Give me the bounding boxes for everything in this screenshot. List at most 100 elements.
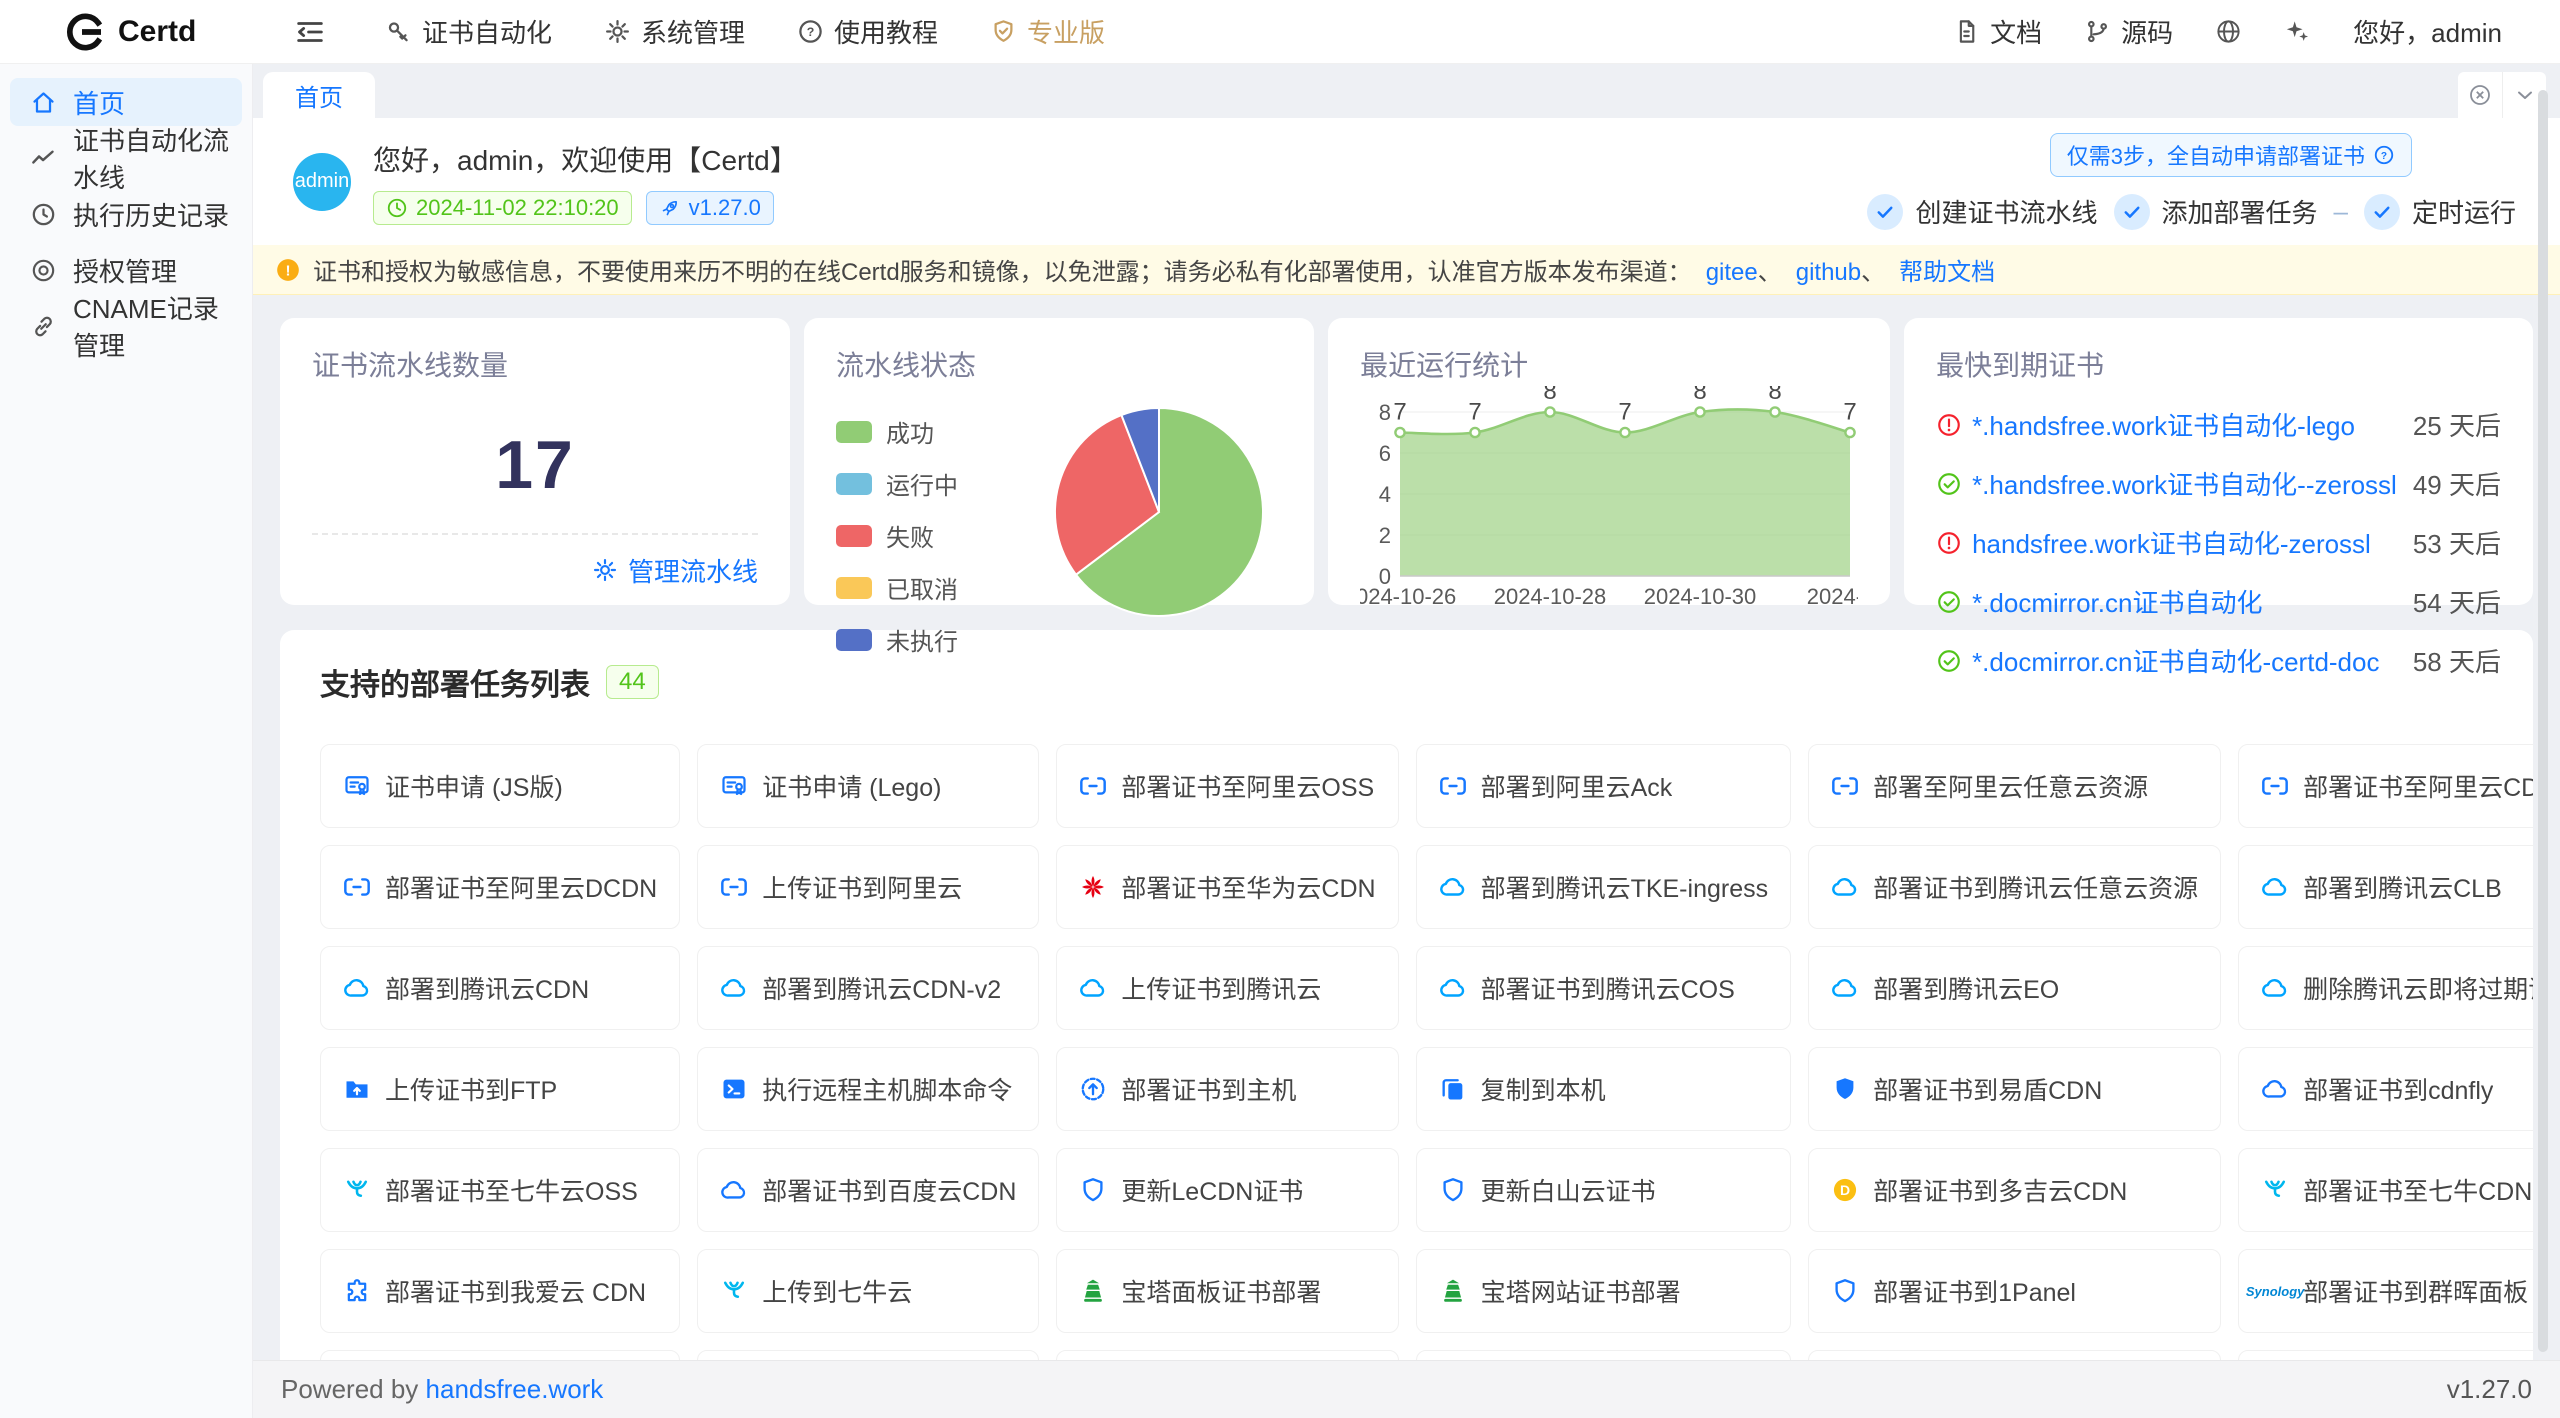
task-card-13[interactable]: 部署到腾讯云CDN-v2	[697, 946, 1039, 1030]
nav-language-button[interactable]	[2197, 0, 2260, 64]
task-card-18[interactable]: 上传证书到FTP	[320, 1047, 680, 1131]
manage-pipelines-link[interactable]: 管理流水线	[592, 552, 758, 589]
task-card-8[interactable]: 部署证书至华为云CDN	[1056, 845, 1398, 929]
sidebar-item-4[interactable]: CNAME记录管理	[10, 302, 242, 350]
task-card-12[interactable]: 部署到腾讯云CDN	[320, 946, 680, 1030]
nav-menu-item-2[interactable]: ?使用教程	[775, 0, 960, 64]
task-card-clipped[interactable]	[1416, 1350, 1792, 1360]
tab-home[interactable]: 首页	[263, 72, 375, 118]
legend-swatch	[836, 473, 872, 495]
pipeline-count-value: 17	[312, 426, 758, 504]
legend-item-2[interactable]: 失败	[836, 518, 1036, 553]
task-card-33[interactable]: 宝塔网站证书部署	[1416, 1249, 1792, 1333]
nav-user[interactable]: 您好，admin	[2335, 0, 2520, 64]
success-circle-icon	[1936, 589, 1962, 615]
sidebar-item-0[interactable]: 首页	[10, 78, 242, 126]
task-card-19[interactable]: 执行远程主机脚本命令	[697, 1047, 1039, 1131]
certd-logo-icon	[64, 12, 104, 52]
task-card-7[interactable]: 上传证书到阿里云	[697, 845, 1039, 929]
nav-menu-item-0[interactable]: 证书自动化	[363, 0, 574, 64]
task-card-2[interactable]: 部署证书至阿里云OSS	[1056, 744, 1398, 828]
legend-item-4[interactable]: 未执行	[836, 622, 1036, 657]
svg-text:?: ?	[2381, 151, 2387, 162]
expiry-row-3: *.docmirror.cn证书自动化54 天后	[1936, 583, 2501, 620]
svg-text:?: ?	[807, 25, 815, 39]
promo-badge[interactable]: 仅需3步，全自动申请部署证书 ?	[2050, 133, 2412, 177]
legend-item-0[interactable]: 成功	[836, 414, 1036, 449]
nav-menu-label: 专业版	[1027, 13, 1105, 50]
nav-appearance-button[interactable]	[2266, 0, 2329, 64]
svg-text:8: 8	[1543, 386, 1556, 405]
vertical-scrollbar[interactable]	[2538, 90, 2548, 1352]
sidebar-item-3[interactable]: 授权管理	[10, 246, 242, 294]
brand-name: Certd	[118, 15, 196, 49]
legend-label: 失败	[886, 518, 934, 553]
recent-runs-chart: 7787887024682024-10-262024-10-282024-10-…	[1360, 386, 1858, 612]
legend-item-3[interactable]: 已取消	[836, 570, 1036, 605]
sidebar-item-2[interactable]: 执行历史记录	[10, 190, 242, 238]
expiry-cert-link[interactable]: *.handsfree.work证书自动化--zerossl	[1972, 465, 2397, 502]
task-card-0[interactable]: 证书申请 (JS版)	[320, 744, 680, 828]
task-card-29[interactable]: 部署证书至七牛CDN	[2238, 1148, 2533, 1232]
task-card-clipped[interactable]	[1056, 1350, 1398, 1360]
task-card-clipped[interactable]	[697, 1350, 1039, 1360]
task-card-28[interactable]: D部署证书到多吉云CDN	[1808, 1148, 2221, 1232]
task-card-10[interactable]: 部署证书到腾讯云任意云资源	[1808, 845, 2221, 929]
task-card-20[interactable]: 部署证书到主机	[1056, 1047, 1398, 1131]
expiry-cert-link[interactable]: *.handsfree.work证书自动化-lego	[1972, 406, 2397, 443]
pipeline-status-card: 流水线状态 成功运行中失败已取消未执行	[804, 318, 1314, 605]
task-card-21[interactable]: 复制到本机	[1416, 1047, 1792, 1131]
menu-fold-icon[interactable]	[293, 15, 327, 49]
card-title: 证书流水线数量	[312, 344, 758, 384]
notice-link-github[interactable]: github	[1796, 259, 1861, 286]
task-card-9[interactable]: 部署到腾讯云TKE-ingress	[1416, 845, 1792, 929]
shield-outline-icon	[1831, 1277, 1859, 1305]
branch-icon	[2084, 18, 2111, 45]
expiry-cert-link[interactable]: handsfree.work证书自动化-zerossl	[1972, 524, 2397, 561]
aliyun-icon	[720, 873, 748, 901]
task-card-clipped[interactable]	[320, 1350, 680, 1360]
nav-menu-item-1[interactable]: 系统管理	[582, 0, 767, 64]
nav-docs[interactable]: 文档	[1935, 0, 2060, 64]
task-card-25[interactable]: 部署证书到百度云CDN	[697, 1148, 1039, 1232]
task-card-clipped[interactable]	[2238, 1350, 2533, 1360]
task-card-3[interactable]: 部署到阿里云Ack	[1416, 744, 1792, 828]
legend-swatch	[836, 525, 872, 547]
notice-link-帮助文档[interactable]: 帮助文档	[1899, 259, 1995, 286]
task-card-23[interactable]: 部署证书到cdnfly	[2238, 1047, 2533, 1131]
expiry-cert-link[interactable]: *.docmirror.cn证书自动化-certd-doc	[1972, 642, 2397, 679]
task-card-clipped[interactable]	[1808, 1350, 2221, 1360]
task-card-30[interactable]: 部署证书到我爱云 CDN	[320, 1249, 680, 1333]
task-card-4[interactable]: 部署至阿里云任意云资源	[1808, 744, 2221, 828]
task-card-11[interactable]: 部署到腾讯云CLB	[2238, 845, 2533, 929]
task-card-16[interactable]: 部署到腾讯云EO	[1808, 946, 2221, 1030]
legend-item-1[interactable]: 运行中	[836, 466, 1036, 501]
notice-link-gitee[interactable]: gitee	[1706, 259, 1758, 286]
task-card-14[interactable]: 上传证书到腾讯云	[1056, 946, 1398, 1030]
task-card-34[interactable]: 部署证书到1Panel	[1808, 1249, 2221, 1333]
handsfree-link[interactable]: handsfree.work	[426, 1374, 604, 1404]
footer-version: v1.27.0	[2447, 1374, 2532, 1405]
nav-source[interactable]: 源码	[2066, 0, 2191, 64]
task-card-22[interactable]: 部署证书到易盾CDN	[1808, 1047, 2221, 1131]
task-card-label: 证书申请 (JS版)	[385, 768, 563, 804]
task-card-27[interactable]: 更新白山云证书	[1416, 1148, 1792, 1232]
task-card-26[interactable]: 更新LeCDN证书	[1056, 1148, 1398, 1232]
nav-menu-item-3[interactable]: 专业版	[968, 0, 1127, 64]
task-card-label: 部署证书至阿里云DCDN	[385, 869, 657, 905]
task-card-label: 部署证书到易盾CDN	[1873, 1071, 2102, 1107]
task-card-15[interactable]: 部署证书到腾讯云COS	[1416, 946, 1792, 1030]
task-card-5[interactable]: 部署证书至阿里云CDN	[2238, 744, 2533, 828]
task-card-24[interactable]: 部署证书至七牛云OSS	[320, 1148, 680, 1232]
task-card-6[interactable]: 部署证书至阿里云DCDN	[320, 845, 680, 929]
expiry-cert-link[interactable]: *.docmirror.cn证书自动化	[1972, 583, 2397, 620]
close-circle-icon[interactable]	[2458, 72, 2502, 118]
task-card-1[interactable]: 证书申请 (Lego)	[697, 744, 1039, 828]
sidebar-item-1[interactable]: 证书自动化流水线	[10, 134, 242, 182]
task-card-label: 部署证书到群晖面板	[2303, 1273, 2528, 1309]
sidebar-item-label: CNAME记录管理	[73, 289, 242, 363]
task-card-17[interactable]: 删除腾讯云即将过期证书	[2238, 946, 2533, 1030]
task-card-32[interactable]: 宝塔面板证书部署	[1056, 1249, 1398, 1333]
task-card-31[interactable]: 上传到七牛云	[697, 1249, 1039, 1333]
task-card-35[interactable]: Synology部署证书到群晖面板	[2238, 1249, 2533, 1333]
